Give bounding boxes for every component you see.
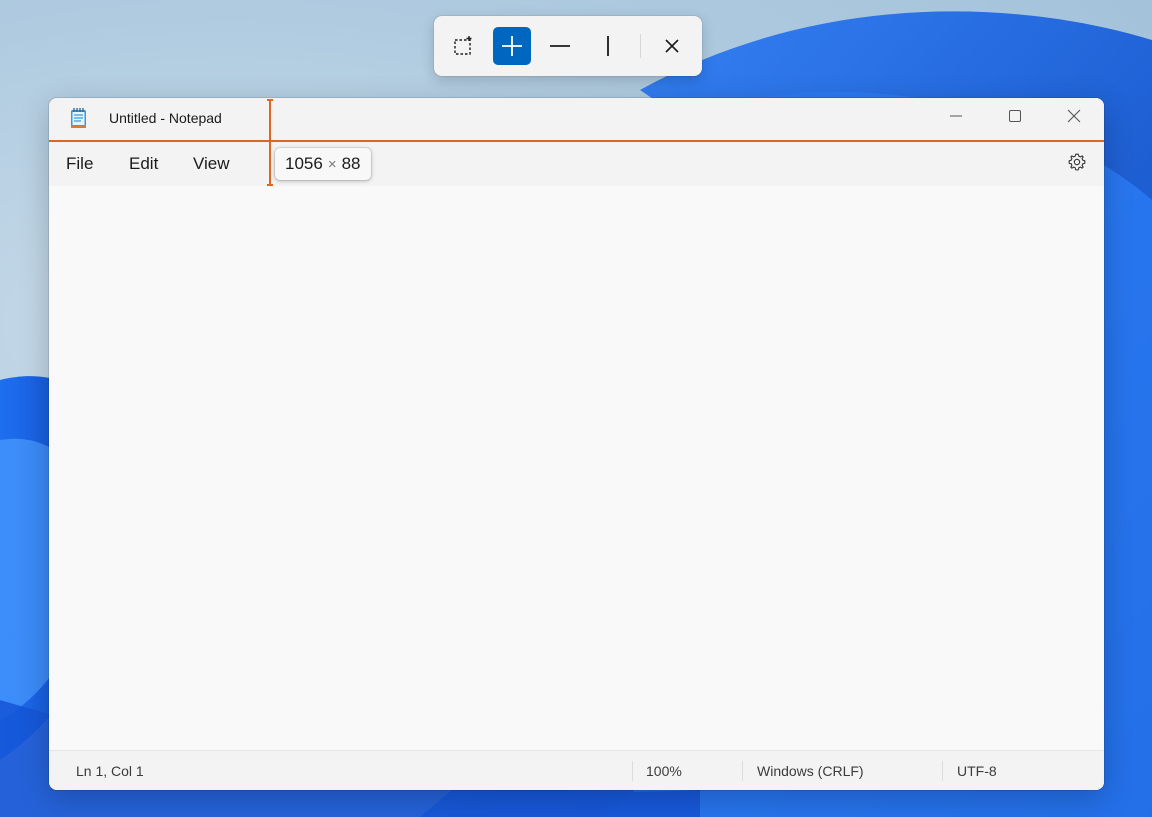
spacing-tool-button[interactable] [493,27,531,65]
close-icon [1067,109,1081,123]
close-icon [665,39,679,53]
status-divider [632,761,633,781]
cursor-position: Ln 1, Col 1 [76,763,144,779]
measure-dimension-label: 1056 × 88 [275,148,371,180]
minimize-icon [950,115,962,117]
settings-button[interactable] [1064,149,1090,175]
minimize-button[interactable] [927,98,985,134]
editor-text-area[interactable] [49,186,1104,750]
measure-cap-bottom [267,184,273,186]
selection-bounds-icon [454,36,472,55]
measure-cap-top [267,99,273,101]
measure-vertical-line [269,99,271,185]
menu-edit[interactable]: Edit [129,152,158,176]
close-window-button[interactable] [1045,98,1103,134]
zoom-level[interactable]: 100% [646,763,682,779]
maximize-button[interactable] [986,98,1044,134]
gear-icon [1068,153,1086,171]
vertical-line-icon [607,36,609,56]
crosshair-icon [502,36,522,56]
horizontal-spacing-button[interactable] [541,27,579,65]
close-measure-button[interactable] [653,27,691,65]
title-bar[interactable]: Untitled - Notepad [49,98,1104,141]
measure-width: 1056 [285,154,323,173]
window-title: Untitled - Notepad [109,110,222,126]
encoding[interactable]: UTF-8 [957,763,997,779]
maximize-icon [1009,110,1021,122]
line-ending[interactable]: Windows (CRLF) [757,763,864,779]
measure-horizontal-line [49,140,1104,142]
bounds-tool-button[interactable] [444,27,482,65]
toolbar-divider [640,34,641,58]
measure-height: 88 [341,154,361,173]
notepad-icon [71,108,86,128]
notepad-window: Untitled - Notepad File Edit View Ln 1, … [49,98,1104,790]
horizontal-line-icon [550,45,570,47]
menu-bar: File Edit View [49,141,1104,186]
menu-view[interactable]: View [193,152,230,176]
status-divider [942,761,943,781]
menu-file[interactable]: File [66,152,93,176]
vertical-spacing-button[interactable] [589,27,627,65]
measure-toolbar [434,16,702,76]
measure-separator: × [327,155,337,173]
status-bar: Ln 1, Col 1 100% Windows (CRLF) UTF-8 [49,750,1104,790]
status-divider [742,761,743,781]
